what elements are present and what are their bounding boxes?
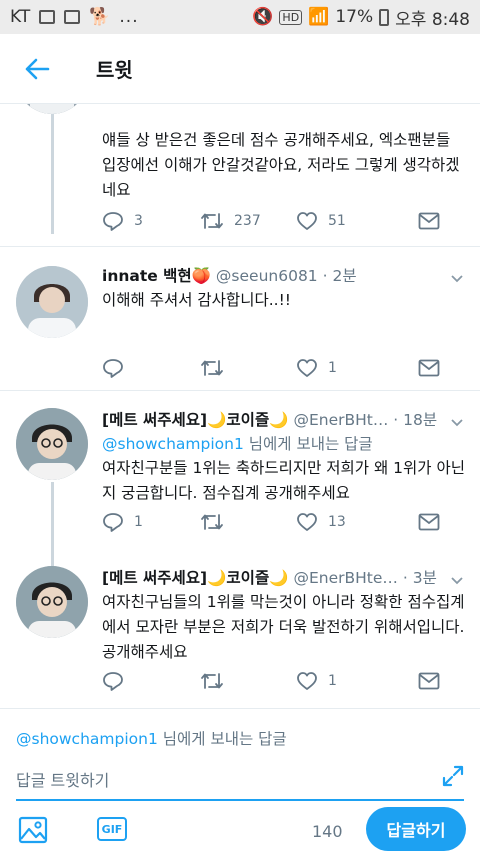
arrow-left-icon: [25, 58, 50, 79]
tweet-text: 여자친구분들 1위는 축하드리지만 저희가 왜 1위가 아닌지 궁금합니다. 점…: [102, 459, 466, 502]
reply-count: 3: [134, 213, 143, 229]
retweet-button[interactable]: [200, 512, 296, 532]
envelope-icon: [418, 513, 440, 531]
chevron-down-icon[interactable]: [450, 271, 464, 285]
envelope-icon: [418, 212, 440, 230]
image-icon[interactable]: [18, 815, 48, 845]
chevron-down-icon[interactable]: [450, 415, 464, 429]
reply-input[interactable]: [16, 761, 464, 801]
screen-name: @EnerBHt…: [293, 411, 389, 429]
reply-composer: @showchampion1 님에게 보내는 답글 GIF 140 답글하기: [0, 708, 480, 853]
share-dm-button[interactable]: [418, 212, 440, 230]
separator-dot: ·: [393, 411, 399, 429]
retweet-icon: [201, 360, 223, 376]
display-name: innate 백현🍑: [102, 267, 211, 285]
screen-name: @seeun6081: [215, 267, 318, 285]
tweet-header: [메트 써주세요]🌙코이즐🌙 @EnerBHt… · 18분: [102, 408, 466, 432]
reply-count: 1: [134, 514, 143, 530]
reply-button[interactable]: [102, 671, 200, 691]
tweet-actions: 1 13: [102, 508, 440, 536]
gif-button[interactable]: GIF: [97, 817, 127, 841]
retweet-button[interactable]: [200, 358, 296, 378]
page-title: 트윗: [96, 58, 133, 82]
gallery-notification-icon-2: [64, 10, 81, 24]
share-dm-button[interactable]: [418, 359, 440, 377]
character-counter: 140: [312, 822, 343, 841]
replying-suffix: 님에게 보내는 답글: [243, 435, 373, 453]
envelope-icon: [418, 672, 440, 690]
share-dm-button[interactable]: [418, 672, 440, 690]
tweet-item[interactable]: 얘들 상 받은건 좋은데 점수 공개해주세요, 엑소팬분들 입장에선 이해가 안…: [0, 104, 480, 246]
tweet-header: [메트 써주세요]🌙코이즐🌙 @EnerBHte… · 3분: [102, 566, 466, 590]
replying-to-label: @showchampion1 님에게 보내는 답글: [102, 432, 466, 456]
back-button[interactable]: [0, 34, 74, 104]
tweet-thread[interactable]: 얘들 상 받은건 좋은데 점수 공개해주세요, 엑소팬분들 입장에선 이해가 안…: [0, 104, 480, 708]
reply-icon: [103, 212, 123, 231]
reply-icon: [103, 672, 123, 691]
mention-link[interactable]: @showchampion1: [16, 730, 158, 748]
heart-icon: [297, 513, 317, 531]
tweet-time: 18분: [403, 411, 438, 429]
tweet-text: 이해해 주셔서 감사합니다..!!: [102, 291, 291, 309]
carrier-label: KT: [10, 7, 31, 27]
clock: 오후 8:48: [395, 9, 470, 30]
like-count: 1: [328, 673, 337, 689]
mention-link[interactable]: @showchampion1: [102, 435, 244, 453]
reply-button[interactable]: 1: [102, 512, 200, 532]
retweet-icon: [201, 514, 223, 530]
gallery-notification-icon: [39, 10, 56, 24]
separator-dot: ·: [402, 569, 408, 587]
app-bar: 트윗: [0, 34, 480, 104]
like-count: 51: [328, 213, 346, 229]
retweet-button[interactable]: [200, 671, 296, 691]
tweet-header: innate 백현🍑 @seeun6081 · 2분: [102, 264, 466, 288]
battery-icon: [379, 8, 390, 26]
replying-to-label: @showchampion1 님에게 보내는 답글: [16, 727, 287, 749]
like-button[interactable]: 51: [296, 211, 394, 231]
heart-icon: [297, 672, 317, 690]
display-name: [메트 써주세요]🌙코이즐🌙: [102, 411, 289, 429]
heart-icon: [297, 359, 317, 377]
screen-name: @EnerBHte…: [293, 569, 398, 587]
like-count: 1: [328, 360, 337, 376]
hd-icon: HD: [279, 9, 303, 25]
retweet-count: 237: [234, 213, 261, 229]
heart-icon: [297, 212, 317, 230]
tweet-time: 2분: [332, 267, 357, 285]
retweet-button[interactable]: 237: [200, 211, 296, 231]
more-notifications-icon: ...: [119, 7, 139, 27]
tweet-actions: 1: [102, 667, 440, 695]
reply-button[interactable]: 3: [102, 211, 200, 231]
display-name: [메트 써주세요]🌙코이즐🌙: [102, 569, 289, 587]
tweet-text: 여자친구님들의 1위를 막는것이 아니라 정확한 점수집계에서 모자란 부분은 …: [102, 593, 465, 661]
tweet-item[interactable]: [메트 써주세요]🌙코이즐🌙 @EnerBHt… · 18분 @showcham…: [0, 390, 480, 558]
dog-notification-icon: 🐕: [89, 7, 111, 27]
share-dm-button[interactable]: [418, 513, 440, 531]
retweet-icon: [201, 673, 223, 689]
expand-icon[interactable]: [442, 765, 464, 787]
status-bar: KT 🐕 ... 🔇 HD 📶 17% 오후 8:48: [0, 0, 480, 34]
battery-level: 17%: [335, 7, 374, 27]
reply-icon: [103, 513, 123, 532]
mute-icon: 🔇: [252, 7, 274, 27]
reply-submit-button[interactable]: 답글하기: [366, 807, 466, 851]
tweet-time: 3분: [412, 569, 437, 587]
like-count: 13: [328, 514, 346, 530]
like-button[interactable]: 1: [296, 671, 394, 691]
tweet-text: 얘들 상 받은건 좋은데 점수 공개해주세요, 엑소팬분들 입장에선 이해가 안…: [102, 131, 460, 199]
tweet-actions: 1: [102, 354, 440, 382]
retweet-icon: [201, 213, 223, 229]
tweet-actions: 3 237 51: [102, 207, 440, 235]
tweet-item[interactable]: innate 백현🍑 @seeun6081 · 2분 이해해 주셔서 감사합니다…: [0, 246, 480, 396]
replying-suffix: 님에게 보내는 답글: [157, 730, 287, 748]
separator-dot: ·: [322, 267, 328, 285]
reply-button[interactable]: [102, 358, 200, 378]
envelope-icon: [418, 359, 440, 377]
reply-icon: [103, 359, 123, 378]
wifi-icon: 📶: [308, 7, 330, 27]
like-button[interactable]: 1: [296, 358, 394, 378]
like-button[interactable]: 13: [296, 512, 394, 532]
chevron-down-icon[interactable]: [450, 573, 464, 587]
